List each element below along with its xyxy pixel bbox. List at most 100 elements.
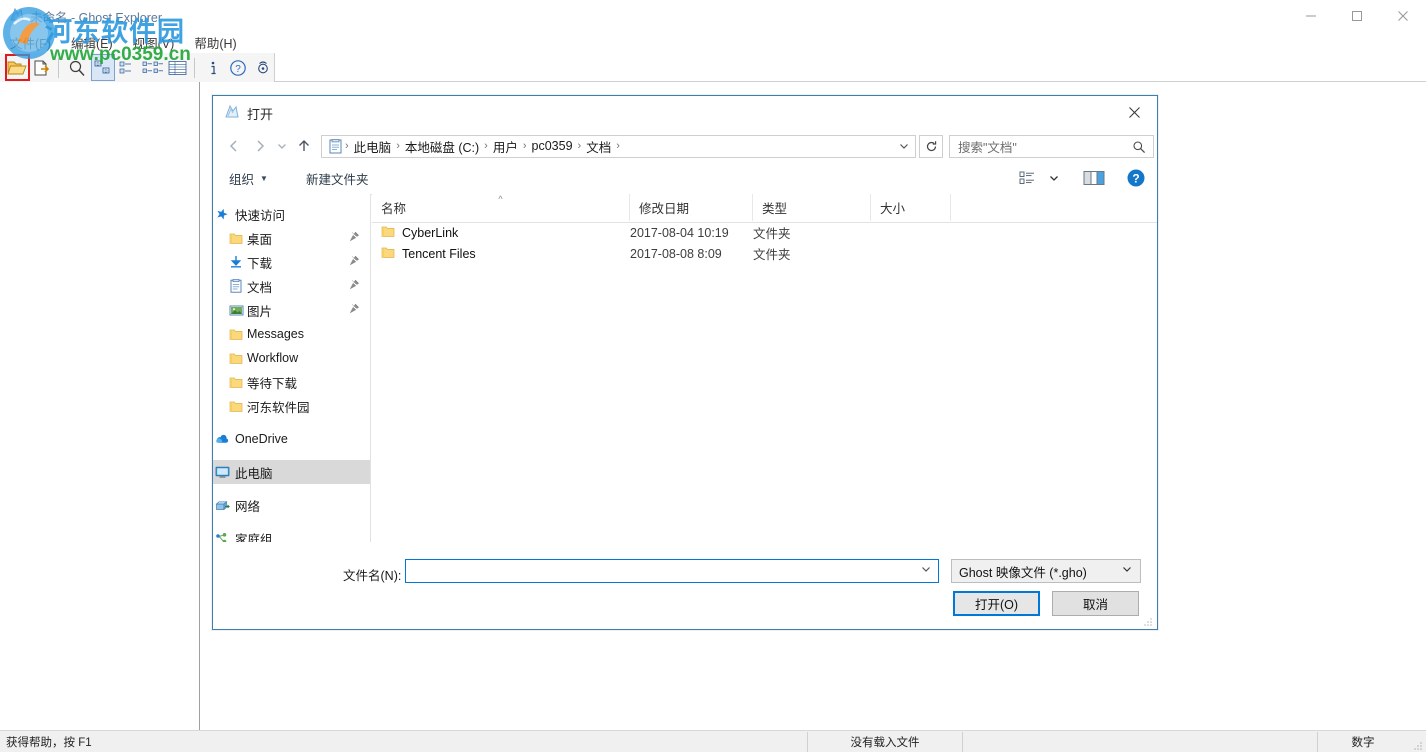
table-row[interactable]: CyberLink 2017-08-04 10:19 文件夹: [372, 222, 1157, 243]
file-list-header: ^ 名称 修改日期 类型 大小: [372, 194, 1157, 223]
back-button[interactable]: [221, 133, 247, 159]
view-controls: ?: [1013, 166, 1151, 190]
view-options-caret[interactable]: [1045, 166, 1063, 190]
nav-item-network[interactable]: 网络: [213, 493, 370, 517]
details-view-icon: [168, 60, 188, 76]
pin-icon[interactable]: [349, 279, 360, 293]
breadcrumb-item-pc0359[interactable]: pc0359: [529, 139, 576, 153]
pictures-icon: [227, 304, 245, 317]
dialog-close-button[interactable]: [1111, 96, 1157, 128]
column-header-name[interactable]: ^ 名称: [372, 194, 630, 221]
folder-icon: [227, 232, 245, 245]
dialog-titlebar: 打开: [213, 96, 1157, 129]
open-button[interactable]: 打开(O): [953, 591, 1040, 616]
resize-grip-icon[interactable]: [1412, 739, 1424, 751]
navigation-pane[interactable]: 快速访问 桌面 下载: [213, 194, 371, 542]
nav-item-quick-access[interactable]: 快速访问: [213, 202, 370, 226]
menu-help[interactable]: 帮助(H): [184, 31, 246, 54]
filename-input[interactable]: [405, 559, 939, 583]
extract-file-button[interactable]: [31, 55, 54, 80]
chevron-down-icon[interactable]: [921, 564, 931, 577]
nav-label: Workflow: [247, 351, 298, 365]
address-breadcrumb-bar[interactable]: › 此电脑 › 本地磁盘 (C:) › 用户 › pc0359 › 文档 ›: [321, 135, 916, 158]
column-header-type[interactable]: 类型: [753, 194, 871, 221]
nav-item-messages[interactable]: Messages: [213, 322, 370, 346]
tree-pane[interactable]: [0, 82, 200, 730]
ghost-explorer-icon: [8, 6, 26, 24]
nav-item-pending-downloads[interactable]: 等待下载: [213, 370, 370, 394]
about-button[interactable]: [251, 55, 274, 80]
pin-icon[interactable]: [349, 303, 360, 317]
menu-file[interactable]: 文件(F): [0, 31, 61, 54]
large-icons-icon: D D: [94, 60, 112, 76]
question-circle-icon: ?: [229, 59, 247, 77]
large-icons-button[interactable]: D D: [91, 54, 116, 81]
filetype-select[interactable]: Ghost 映像文件 (*.gho): [951, 559, 1141, 583]
breadcrumb-separator: ›: [482, 140, 490, 152]
up-one-level-button[interactable]: [291, 133, 317, 159]
search-input[interactable]: 搜索"文档": [949, 135, 1154, 158]
new-folder-label: 新建文件夹: [306, 169, 369, 188]
dialog-resize-grip-icon[interactable]: [1142, 615, 1154, 627]
details-view-button[interactable]: [167, 55, 190, 80]
breadcrumb-item-users[interactable]: 用户: [490, 137, 521, 156]
help-button[interactable]: ?: [227, 55, 250, 80]
chevron-down-icon: ▼: [260, 174, 268, 183]
folder-icon: [381, 225, 395, 241]
filetype-value: Ghost 映像文件 (*.gho): [952, 562, 1087, 581]
nav-label: 此电脑: [235, 463, 273, 482]
find-button[interactable]: [66, 55, 89, 80]
breadcrumb-item-documents[interactable]: 文档: [583, 137, 614, 156]
recent-locations-button[interactable]: [273, 133, 291, 159]
onedrive-cloud-icon: [213, 433, 231, 445]
nav-item-onedrive[interactable]: OneDrive: [213, 427, 370, 451]
arrow-left-icon: [226, 138, 242, 154]
new-folder-button[interactable]: 新建文件夹: [296, 167, 379, 191]
list-view-button[interactable]: [142, 55, 165, 80]
nav-item-workflow[interactable]: Workflow: [213, 346, 370, 370]
chevron-down-icon[interactable]: [899, 141, 909, 154]
view-options-button[interactable]: [1013, 166, 1043, 190]
file-name: CyberLink: [402, 226, 458, 240]
table-row[interactable]: Tencent Files 2017-08-08 8:09 文件夹: [372, 243, 1157, 264]
minimize-button[interactable]: [1288, 0, 1334, 31]
close-button[interactable]: [1380, 0, 1426, 31]
nav-item-this-pc[interactable]: 此电脑: [213, 460, 370, 484]
refresh-button[interactable]: [919, 135, 943, 158]
small-icons-button[interactable]: [117, 55, 140, 80]
breadcrumb-item-local-disk[interactable]: 本地磁盘 (C:): [402, 137, 482, 156]
preview-pane-button[interactable]: [1079, 166, 1109, 190]
open-file-button[interactable]: [6, 55, 29, 80]
app-titlebar: 未命名 - Ghost Explorer: [0, 0, 1426, 32]
file-list-rows: CyberLink 2017-08-04 10:19 文件夹 Tencent F…: [372, 222, 1157, 264]
breadcrumb-item-this-pc[interactable]: 此电脑: [351, 137, 395, 156]
column-label: 修改日期: [639, 198, 689, 217]
file-type: 文件夹: [753, 223, 871, 242]
column-header-size[interactable]: 大小: [871, 194, 951, 221]
dialog-help-button[interactable]: ?: [1121, 166, 1151, 190]
ghost-explorer-icon: [223, 103, 241, 121]
maximize-button[interactable]: [1334, 0, 1380, 31]
pin-icon[interactable]: [349, 231, 360, 245]
menu-edit[interactable]: 编辑(E): [61, 31, 123, 54]
download-icon: [227, 255, 245, 269]
column-header-date[interactable]: 修改日期: [630, 194, 753, 221]
menu-view[interactable]: 视图(V): [123, 31, 185, 54]
forward-button[interactable]: [247, 133, 273, 159]
nav-label: 快速访问: [235, 205, 285, 224]
search-icon[interactable]: [1132, 140, 1146, 159]
nav-item-downloads[interactable]: 下载: [213, 250, 370, 274]
nav-item-desktop[interactable]: 桌面: [213, 226, 370, 250]
nav-item-hedong-software[interactable]: 河东软件园: [213, 394, 370, 418]
nav-item-documents[interactable]: 文档: [213, 274, 370, 298]
status-load-state: 没有载入文件: [808, 732, 963, 752]
file-date: 2017-08-04 10:19: [630, 226, 753, 240]
cancel-button[interactable]: 取消: [1052, 591, 1139, 616]
organize-button[interactable]: 组织 ▼: [219, 167, 278, 191]
pin-icon[interactable]: [349, 255, 360, 269]
chevron-down-icon[interactable]: [1122, 564, 1132, 577]
nav-item-pictures[interactable]: 图片: [213, 298, 370, 322]
file-list[interactable]: ^ 名称 修改日期 类型 大小: [372, 194, 1157, 542]
magnifier-icon: [68, 59, 86, 77]
properties-button[interactable]: [202, 55, 225, 80]
